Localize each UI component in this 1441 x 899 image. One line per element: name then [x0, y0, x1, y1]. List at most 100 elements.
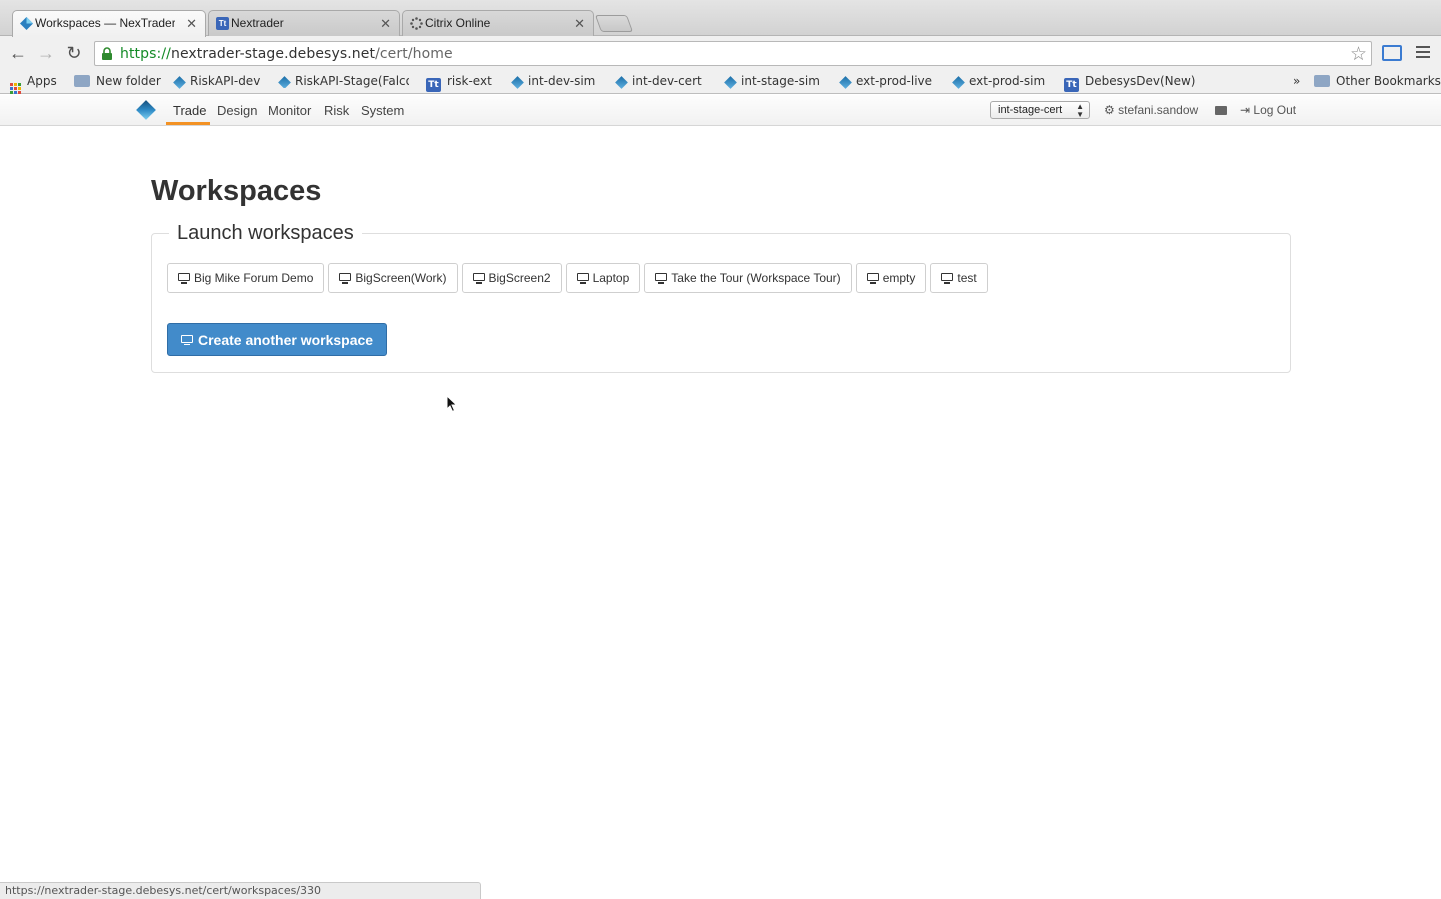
cast-icon[interactable]	[1382, 45, 1402, 61]
bookmark-label: ext-prod-live	[856, 74, 933, 88]
workspace-label: Take the Tour (Workspace Tour)	[671, 271, 841, 285]
bookmark-risk-ext[interactable]: Tt risk-ext	[426, 74, 492, 92]
workspace-label: Laptop	[592, 271, 630, 285]
mail-icon[interactable]	[1215, 106, 1227, 115]
bookmark-riskapi-dev[interactable]: RiskAPI-dev	[172, 74, 261, 89]
bookmark-label: risk-ext	[447, 74, 492, 88]
bookmark-ext-prod-sim[interactable]: ext-prod-sim	[951, 74, 1046, 89]
nav-monitor[interactable]: Monitor	[268, 103, 311, 118]
gears-icon: ⚙	[1104, 103, 1115, 117]
workspace-button[interactable]: test	[930, 263, 988, 293]
bookmark-debesysdev[interactable]: Tt DebesysDev(New)	[1064, 74, 1196, 92]
workspace-button[interactable]: Take the Tour (Workspace Tour)	[644, 263, 852, 293]
workspace-label: empty	[882, 271, 916, 285]
workspace-button[interactable]: empty	[855, 263, 927, 293]
bookmark-label: RiskAPI-dev	[190, 74, 261, 88]
bookmark-int-stage-sim[interactable]: int-stage-sim	[723, 74, 820, 89]
create-workspace-label: Create another workspace	[198, 331, 374, 348]
close-tab-icon[interactable]: ✕	[574, 11, 585, 36]
bookmark-label: ext-prod-sim	[969, 74, 1046, 88]
workspace-label: Big Mike Forum Demo	[194, 271, 314, 285]
menu-icon[interactable]	[1416, 46, 1430, 61]
nav-design[interactable]: Design	[217, 103, 257, 118]
tab-nextrader[interactable]: Tt Nextrader ✕	[208, 10, 400, 36]
nav-trade[interactable]: Trade	[173, 103, 206, 118]
bookmark-other[interactable]: Other Bookmarks	[1314, 74, 1441, 88]
url-path: /cert/home	[375, 46, 453, 62]
monitor-icon	[866, 273, 879, 284]
workspace-button[interactable]: Laptop	[565, 263, 641, 293]
new-tab-button[interactable]	[594, 15, 634, 32]
bookmark-label: int-dev-sim	[528, 74, 596, 88]
status-bar-url: https://nextrader-stage.debesys.net/cert…	[0, 882, 481, 899]
folder-icon	[1314, 75, 1330, 87]
tt-icon: Tt	[216, 17, 229, 30]
url-scheme: https://	[120, 46, 171, 62]
tab-workspaces[interactable]: Workspaces — NexTrader ✕	[12, 10, 206, 37]
monitor-icon	[576, 273, 589, 284]
address-bar[interactable]: https://nextrader-stage.debesys.net/cert…	[94, 41, 1372, 66]
close-tab-icon[interactable]: ✕	[186, 11, 197, 36]
workspace-label: BigScreen(Work)	[355, 271, 447, 285]
nav-system[interactable]: System	[361, 103, 404, 118]
bookmark-label: New folder	[96, 74, 161, 88]
reload-icon[interactable]: ↻	[63, 42, 85, 64]
monitor-icon	[941, 273, 954, 284]
bookmark-star-icon[interactable]: ☆	[1350, 43, 1367, 66]
tt-icon: Tt	[426, 78, 441, 92]
tab-title: Nextrader	[231, 16, 284, 30]
bookmark-label: RiskAPI-Stage(Falco	[295, 74, 409, 88]
environment-select[interactable]: int-stage-cert ▲ ▼	[990, 101, 1090, 119]
bookmark-int-dev-sim[interactable]: int-dev-sim	[510, 74, 596, 89]
workspace-label: test	[957, 271, 977, 285]
active-tab-indicator	[166, 122, 210, 125]
workspace-button[interactable]: BigScreen(Work)	[328, 263, 458, 293]
tab-title: Workspaces — NexTrader	[35, 16, 175, 30]
workspace-button[interactable]: BigScreen2	[461, 263, 562, 293]
bookmark-label: int-dev-cert	[632, 74, 702, 88]
workspace-button[interactable]: Big Mike Forum Demo	[167, 263, 325, 293]
bookmarks-bar: Apps New folder RiskAPI-dev RiskAPI-Stag…	[0, 70, 1441, 94]
apps-grid-icon	[10, 83, 21, 94]
monitor-icon	[181, 334, 193, 345]
nextrader-logo-icon[interactable]	[136, 100, 156, 120]
monitor-icon	[472, 273, 485, 284]
folder-icon	[74, 75, 90, 87]
url-text: https://nextrader-stage.debesys.net/cert…	[120, 46, 453, 62]
url-host: nextrader-stage.debesys.net	[170, 46, 376, 62]
back-arrow-icon[interactable]: ←	[7, 42, 29, 64]
browser-toolbar: ← → ↻ https://nextrader-stage.debesys.ne…	[0, 36, 1441, 70]
bookmarks-overflow-chevron-icon[interactable]: »	[1293, 74, 1300, 88]
forward-arrow-icon[interactable]: →	[35, 42, 57, 64]
bookmark-apps[interactable]: Apps	[10, 74, 57, 94]
nav-risk[interactable]: Risk	[324, 103, 349, 118]
bookmark-label: DebesysDev(New)	[1085, 74, 1196, 88]
bookmark-label: Apps	[27, 74, 57, 88]
diamond-icon	[511, 76, 524, 89]
bookmark-label: int-stage-sim	[741, 74, 820, 88]
user-menu[interactable]: ⚙ stefani.sandow	[1104, 103, 1198, 117]
workspace-button-row: Big Mike Forum Demo BigScreen(Work) BigS…	[167, 263, 988, 293]
logout-link[interactable]: ⇥ Log Out	[1240, 103, 1296, 117]
app-navbar: Trade Design Monitor Risk System int-sta…	[0, 95, 1441, 126]
citrix-icon	[410, 17, 423, 30]
lock-icon	[102, 47, 112, 60]
username: stefani.sandow	[1118, 103, 1199, 117]
workspace-label: BigScreen2	[488, 271, 551, 285]
monitor-icon	[655, 273, 668, 284]
page-title: Workspaces	[151, 175, 322, 207]
browser-tabstrip: Workspaces — NexTrader ✕ Tt Nextrader ✕ …	[0, 0, 1441, 37]
bookmark-riskapi-stage[interactable]: RiskAPI-Stage(Falco	[277, 74, 409, 88]
logout-label: Log Out	[1253, 103, 1297, 117]
monitor-icon	[339, 273, 352, 284]
create-workspace-button[interactable]: Create another workspace	[167, 323, 388, 356]
close-tab-icon[interactable]: ✕	[380, 11, 391, 36]
diamond-icon	[952, 76, 965, 89]
bookmark-label: Other Bookmarks	[1336, 74, 1441, 88]
tab-citrix[interactable]: Citrix Online ✕	[402, 10, 594, 36]
bookmark-int-dev-cert[interactable]: int-dev-cert	[614, 74, 702, 89]
bookmark-new-folder[interactable]: New folder	[74, 74, 161, 88]
monitor-icon	[178, 273, 190, 284]
tab-title: Citrix Online	[425, 16, 491, 30]
bookmark-ext-prod-live[interactable]: ext-prod-live	[838, 74, 933, 89]
